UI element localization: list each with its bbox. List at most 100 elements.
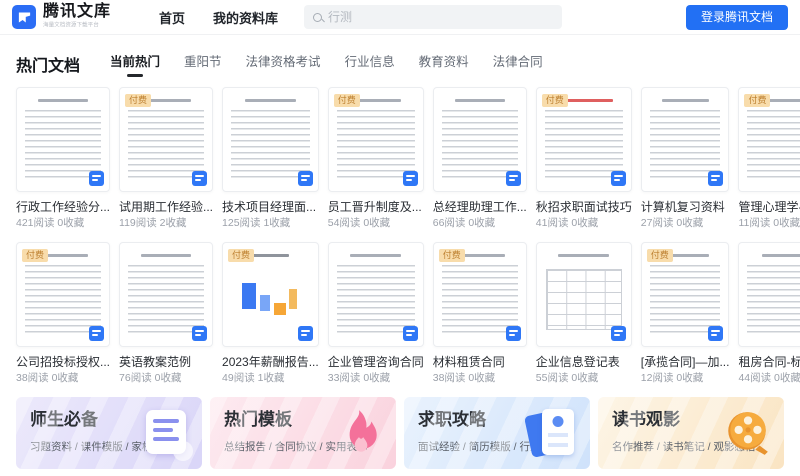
- doc-thumbnail[interactable]: 付费: [738, 87, 800, 192]
- doc-thumbnail[interactable]: 付费: [222, 242, 319, 347]
- doc-sheet-icon: [140, 408, 193, 461]
- doc-type-icon: [89, 326, 105, 341]
- doc-card[interactable]: 企业管理咨询合同 33阅读 0收藏: [327, 242, 424, 385]
- thumb-text-lines: [441, 110, 518, 180]
- doc-stats: 38阅读 0收藏: [16, 372, 79, 384]
- doc-card[interactable]: 付费 [承揽合同]—加... 12阅读 0收藏: [640, 242, 730, 385]
- doc-title[interactable]: 英语教案范例: [119, 355, 213, 370]
- paid-tag: 付费: [646, 249, 673, 262]
- doc-thumbnail[interactable]: [327, 242, 424, 347]
- search-icon: [313, 12, 323, 22]
- doc-thumbnail[interactable]: [640, 87, 730, 192]
- logo[interactable]: 腾讯文库 海量文档资源下载平台: [12, 2, 133, 31]
- doc-card[interactable]: 付费 秋招求职面试技巧 41阅读 0收藏: [535, 87, 632, 230]
- doc-title[interactable]: 管理心理学-复习...: [738, 200, 800, 215]
- thumb-text-lines: [25, 265, 102, 335]
- doc-title[interactable]: 行政工作经验分...: [16, 200, 110, 215]
- doc-title[interactable]: 企业管理咨询合同: [328, 355, 424, 370]
- doc-card[interactable]: 付费 2023年薪酬报告... 49阅读 1收藏: [222, 242, 319, 385]
- doc-thumbnail[interactable]: [738, 242, 800, 347]
- doc-title[interactable]: 计算机复习资料: [641, 200, 730, 215]
- doc-title[interactable]: 总经理助理工作...: [433, 200, 527, 215]
- doc-card[interactable]: 付费试用期工作经验... 119阅读 2收藏: [119, 87, 214, 230]
- doc-card[interactable]: 付费 材料租赁合同 38阅读 0收藏: [432, 242, 527, 385]
- promo-banner-3[interactable]: 读书观影 名作推荐 / 读书笔记 / 观影感悟: [598, 397, 784, 469]
- doc-thumbnail[interactable]: [119, 242, 214, 347]
- doc-thumbnail[interactable]: 付费: [432, 242, 527, 347]
- thumb-heading: [244, 99, 296, 102]
- doc-title[interactable]: 企业信息登记表: [536, 355, 632, 370]
- thumb-text-lines: [747, 265, 800, 335]
- login-button[interactable]: 登录腾讯文档: [685, 4, 788, 30]
- doc-title[interactable]: 技术项目经理面...: [222, 200, 319, 215]
- promo-banner-2[interactable]: 求职攻略 面试经验 / 简历模版 / 行业信息: [404, 397, 590, 469]
- doc-title[interactable]: 员工晋升制度及...: [328, 200, 424, 215]
- doc-card[interactable]: 付费公司招投标授权... 38阅读 0收藏: [16, 242, 111, 385]
- doc-stats: 76阅读 0收藏: [119, 372, 182, 384]
- doc-thumbnail[interactable]: [535, 242, 632, 347]
- doc-card[interactable]: 企业信息登记表 55阅读 0收藏: [535, 242, 632, 385]
- doc-card[interactable]: 英语教案范例 76阅读 0收藏: [119, 242, 214, 385]
- doc-type-icon: [708, 326, 724, 341]
- doc-stats: 119阅读 2收藏: [119, 217, 187, 229]
- doc-thumbnail[interactable]: 付费: [119, 87, 214, 192]
- film-reel-icon: [722, 408, 772, 458]
- doc-title[interactable]: 2023年薪酬报告...: [222, 355, 319, 370]
- thumb-heading: [558, 254, 610, 257]
- doc-title[interactable]: [承揽合同]—加...: [641, 355, 730, 370]
- doc-title[interactable]: 公司招投标授权...: [16, 355, 110, 370]
- thumb-heading: [454, 99, 505, 102]
- logo-subtitle: 海量文档资源下载平台: [43, 20, 99, 28]
- doc-card[interactable]: 计算机复习资料 27阅读 0收藏: [640, 87, 730, 230]
- logo-title: 腾讯文库: [43, 2, 112, 20]
- doc-thumbnail[interactable]: 付费: [535, 87, 632, 192]
- paid-tag: 付费: [228, 249, 255, 262]
- tab-2[interactable]: 法律资格考试: [246, 55, 321, 77]
- thumb-text-lines: [128, 265, 205, 335]
- logo-text: 腾讯文库 海量文档资源下载平台: [43, 2, 133, 31]
- thumb-heading: [761, 254, 800, 257]
- doc-card[interactable]: 付费员工晋升制度及... 54阅读 0收藏: [327, 87, 424, 230]
- doc-type-icon: [192, 326, 208, 341]
- doc-type-icon: [89, 171, 105, 186]
- search-box[interactable]: [304, 5, 563, 29]
- doc-stats: 11阅读 0收藏: [738, 217, 800, 229]
- doc-card[interactable]: 付费管理心理学-复习... 11阅读 0收藏: [738, 87, 800, 230]
- tab-1[interactable]: 重阳节: [184, 55, 222, 77]
- tab-4[interactable]: 教育资料: [419, 55, 469, 77]
- tab-0-active[interactable]: 当前热门: [110, 55, 160, 77]
- thumb-text-lines: [544, 110, 623, 180]
- thumb-heading: [661, 99, 709, 102]
- thumb-text-lines: [336, 265, 415, 335]
- doc-thumbnail[interactable]: 付费: [640, 242, 730, 347]
- promo-banners: 师生必备 习题资料 / 课件模版 / 家校活动 热门模板 总结报告 / 合同协议 / …: [16, 397, 784, 469]
- hot-docs-section-header: 热门文档 当前热门 重阳节 法律资格考试 行业信息 教育资料 法律合同: [16, 49, 784, 77]
- doc-stats: 54阅读 0收藏: [327, 217, 391, 229]
- resume-icon: [523, 408, 578, 458]
- thumb-text-lines: [231, 110, 310, 180]
- search-input[interactable]: [328, 10, 554, 24]
- doc-card[interactable]: 租房合同-标准版 44阅读 0收藏: [738, 242, 800, 385]
- doc-stats: 55阅读 0收藏: [535, 372, 599, 384]
- doc-title[interactable]: 秋招求职面试技巧: [536, 200, 632, 215]
- doc-type-icon: [708, 171, 724, 186]
- doc-card[interactable]: 行政工作经验分... 421阅读 0收藏: [16, 87, 111, 230]
- nav-item-home[interactable]: 首页: [159, 8, 185, 27]
- doc-thumbnail[interactable]: [222, 87, 319, 192]
- doc-card[interactable]: 技术项目经理面... 125阅读 1收藏: [222, 87, 319, 230]
- promo-banner-1[interactable]: 热门模板 总结报告 / 合同协议 / 实用表单: [210, 397, 396, 469]
- tab-5[interactable]: 法律合同: [493, 55, 543, 77]
- doc-thumbnail[interactable]: [16, 87, 111, 192]
- promo-banner-0[interactable]: 师生必备 习题资料 / 课件模版 / 家校活动: [16, 397, 202, 469]
- doc-title[interactable]: 材料租赁合同: [433, 355, 527, 370]
- thumb-text-lines: [336, 110, 415, 180]
- thumb-text-lines: [25, 110, 102, 180]
- doc-thumbnail[interactable]: [432, 87, 527, 192]
- doc-title[interactable]: 试用期工作经验...: [119, 200, 213, 215]
- doc-thumbnail[interactable]: 付费: [16, 242, 111, 347]
- tab-3[interactable]: 行业信息: [345, 55, 395, 77]
- doc-card[interactable]: 总经理助理工作... 66阅读 0收藏: [432, 87, 527, 230]
- doc-title[interactable]: 租房合同-标准版: [738, 355, 800, 370]
- doc-thumbnail[interactable]: 付费: [327, 87, 424, 192]
- nav-item-my-library[interactable]: 我的资料库: [213, 8, 278, 27]
